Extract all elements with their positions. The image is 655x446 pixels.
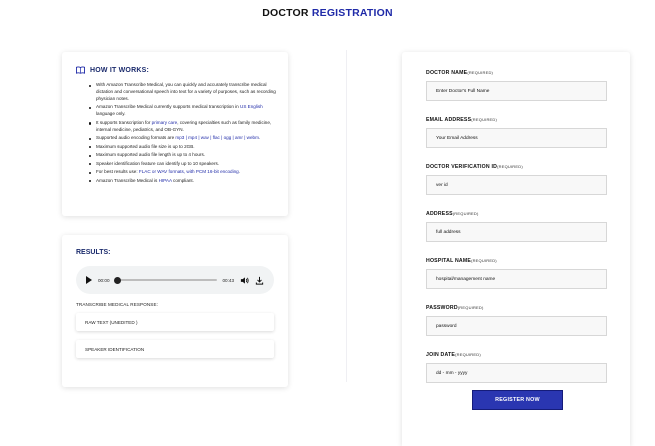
results-title: RESULTS: [76, 249, 111, 256]
how-it-works-item-text: Supported audio encoding formats are [96, 135, 176, 141]
book-icon [76, 66, 85, 74]
how-it-works-item-text: Maximum supported audio file size is up … [96, 143, 195, 149]
how-it-works-title: HOW IT WORKS: [90, 66, 149, 74]
address-label-text: ADDRESS [426, 211, 453, 217]
join-date-input[interactable]: dd - mm - yyyy [426, 363, 607, 383]
how-it-works-item-text: . [238, 169, 241, 175]
hospital-name-label: HOSPITAL NAME(REQUIRED) [426, 258, 630, 265]
how-it-works-item-text: For best results use: [96, 169, 139, 175]
how-it-works-item-text: Amazon Transcribe Medical is [96, 177, 159, 183]
doctor-verification-id-input[interactable]: ver id [426, 175, 607, 195]
download-icon[interactable] [255, 276, 264, 285]
address-input[interactable]: full address [426, 222, 607, 242]
how-it-works-item: For best results use: FLAC or WAV format… [89, 169, 276, 176]
how-it-works-card: HOW IT WORKS: With Amazon Transcribe Med… [62, 52, 288, 216]
required-tag: (REQUIRED) [467, 70, 494, 75]
how-it-works-item-highlight: mp3 | mp4 | wav | flac | ogg | amr | web… [175, 135, 259, 141]
required-tag: (REQUIRED) [497, 164, 523, 169]
how-it-works-item-text: Amazon Transcribe Medical currently supp… [96, 104, 240, 110]
required-tag: (REQUIRED) [457, 305, 484, 310]
form-fields: DOCTOR NAME(REQUIRED) Enter Doctor's Full… [426, 70, 630, 383]
how-it-works-item: It supports transcription for primary ca… [89, 119, 276, 134]
play-icon[interactable] [86, 276, 92, 284]
registration-form: DOCTOR NAME(REQUIRED) Enter Doctor's Full… [402, 52, 630, 446]
page-title: DOCTOR REGISTRATION [0, 7, 655, 19]
address-label: ADDRESS(REQUIRED) [426, 211, 630, 218]
how-it-works-item-text: compliant. [171, 177, 194, 183]
how-it-works-item-text: With Amazon Transcribe Medical, you can … [96, 82, 276, 101]
how-it-works-item-text: It supports transcription for [96, 119, 152, 125]
doctor-name-input[interactable]: Enter Doctor's Full Name [426, 81, 607, 101]
how-it-works-list: With Amazon Transcribe Medical, you can … [76, 82, 276, 185]
how-it-works-item-highlight: US English [240, 104, 263, 110]
hospital-name-label-text: HOSPITAL NAME [426, 258, 472, 264]
how-it-works-item-highlight: HIPAA [158, 177, 172, 183]
password-label: PASSWORD(REQUIRED) [426, 305, 630, 312]
email-address-label-text: EMAIL ADDRESS [426, 117, 472, 123]
raw-text-panel[interactable]: RAW TEXT (UNEDITED ) [76, 313, 274, 331]
how-it-works-item-highlight: FLAC or WAV formats, with PCM 16-bit enc… [138, 169, 239, 175]
hospital-name-input[interactable]: hospital/management name [426, 269, 607, 289]
how-it-works-item: Speaker identification feature can ident… [89, 160, 276, 168]
required-tag: (REQUIRED) [455, 352, 481, 357]
how-it-works-item: Supported audio encoding formats are mp3… [89, 135, 276, 142]
speaker-identification-panel[interactable]: SPEAKER IDENTIFICATION [76, 340, 274, 358]
doctor-verification-id-label-text: DOCTOR VERIFICATION ID [426, 164, 498, 170]
seek-bar[interactable] [113, 276, 217, 284]
page-title-accent: REGISTRATION [311, 7, 393, 19]
response-label: TRANSCRIBE MEDICAL RESPONSE: [76, 302, 159, 307]
audio-player[interactable]: 00:00 00:43 [76, 266, 274, 294]
how-it-works-item: Amazon Transcribe Medical currently supp… [89, 104, 276, 118]
password-label-text: PASSWORD [426, 305, 458, 311]
password-input[interactable]: password [426, 316, 607, 336]
how-it-works-item-text: Speaker identification feature can ident… [96, 160, 220, 166]
how-it-works-item: Maximum supported audio file length is u… [89, 152, 276, 159]
column-divider [346, 50, 347, 382]
how-it-works-item: Amazon Transcribe Medical is HIPAA compl… [89, 177, 276, 185]
seek-knob[interactable] [113, 276, 121, 284]
how-it-works-item: Maximum supported audio file size is up … [89, 143, 276, 151]
how-it-works-item-text: Maximum supported audio file length is u… [96, 152, 206, 158]
how-it-works-item: With Amazon Transcribe Medical, you can … [89, 82, 276, 103]
how-it-works-item-text: . [258, 135, 261, 141]
register-now-button[interactable]: REGISTER NOW [472, 390, 563, 410]
email-address-input[interactable]: Your Email Address [426, 128, 607, 148]
required-tag: (REQUIRED) [452, 211, 479, 216]
how-it-works-item-highlight: primary care [151, 119, 178, 125]
page-title-prefix: DOCTOR [262, 7, 312, 19]
how-it-works-header: HOW IT WORKS: [76, 66, 276, 74]
join-date-label-text: JOIN DATE [426, 352, 456, 358]
required-tag: (REQUIRED) [471, 258, 497, 263]
current-time: 00:00 [98, 277, 110, 283]
how-it-works-item-text: language only. [96, 111, 126, 117]
results-card: RESULTS: 00:00 00:43 TRANSCRIBE MEDICAL … [62, 235, 288, 387]
duration-time: 00:43 [222, 277, 235, 283]
email-address-label: EMAIL ADDRESS(REQUIRED) [426, 117, 630, 124]
doctor-name-label-text: DOCTOR NAME [426, 70, 468, 76]
required-tag: (REQUIRED) [471, 117, 498, 122]
doctor-name-label: DOCTOR NAME(REQUIRED) [426, 70, 630, 77]
doctor-verification-id-label: DOCTOR VERIFICATION ID(REQUIRED) [426, 164, 630, 171]
volume-icon[interactable] [240, 276, 249, 285]
join-date-label: JOIN DATE(REQUIRED) [426, 352, 630, 359]
